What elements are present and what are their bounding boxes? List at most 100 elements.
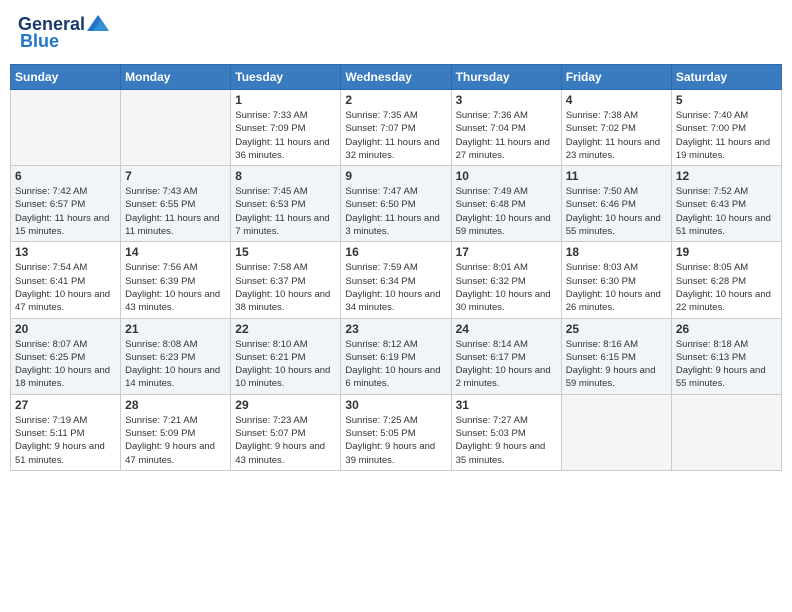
day-number: 12 (676, 169, 777, 183)
calendar-cell: 14Sunrise: 7:56 AM Sunset: 6:39 PM Dayli… (121, 242, 231, 318)
day-number: 22 (235, 322, 336, 336)
day-info: Sunrise: 8:07 AM Sunset: 6:25 PM Dayligh… (15, 338, 116, 391)
calendar-cell: 25 Sunrise: 8:16 AM Sunset: 6:15 PM Dayli… (561, 318, 671, 394)
calendar-cell (671, 394, 781, 470)
day-info: Sunrise: 7:52 AM Sunset: 6:43 PM Dayligh… (676, 185, 777, 238)
weekday-header-friday: Friday (561, 65, 671, 90)
calendar-cell: 2 Sunrise: 7:35 AM Sunset: 7:07 PM Daylig… (341, 90, 451, 166)
day-info: Sunrise: 7:35 AM Sunset: 7:07 PM Dayligh… (345, 109, 446, 162)
day-number: 13 (15, 245, 116, 259)
day-number: 9 (345, 169, 446, 183)
calendar-cell: 4 Sunrise: 7:38 AM Sunset: 7:02 PM Daylig… (561, 90, 671, 166)
calendar-week-row: 6 Sunrise: 7:42 AM Sunset: 6:57 PM Daylig… (11, 166, 782, 242)
day-info: Sunrise: 8:05 AM Sunset: 6:28 PM Dayligh… (676, 261, 777, 314)
calendar-cell (561, 394, 671, 470)
day-info: Sunrise: 7:23 AM Sunset: 5:07 PM Dayligh… (235, 414, 336, 467)
day-info: Sunrise: 8:03 AM Sunset: 6:30 PM Dayligh… (566, 261, 667, 314)
calendar-week-row: 13 Sunrise: 7:54 AM Sunset: 6:41 PM Dayli… (11, 242, 782, 318)
day-info: Sunrise: 8:01 AM Sunset: 6:32 PM Dayligh… (456, 261, 557, 314)
day-number: 15 (235, 245, 336, 259)
day-number: 21 (125, 322, 226, 336)
calendar-cell: 7 Sunrise: 7:43 AM Sunset: 6:55 PM Daylig… (121, 166, 231, 242)
calendar-cell: 21Sunrise: 8:08 AM Sunset: 6:23 PM Dayli… (121, 318, 231, 394)
day-number: 29 (235, 398, 336, 412)
day-info: Sunrise: 7:43 AM Sunset: 6:55 PM Dayligh… (125, 185, 226, 238)
calendar-cell: 12 Sunrise: 7:52 AM Sunset: 6:43 PM Dayli… (671, 166, 781, 242)
day-number: 17 (456, 245, 557, 259)
calendar-cell: 19 Sunrise: 8:05 AM Sunset: 6:28 PM Dayli… (671, 242, 781, 318)
weekday-header-tuesday: Tuesday (231, 65, 341, 90)
day-info: Sunrise: 7:56 AM Sunset: 6:39 PM Dayligh… (125, 261, 226, 314)
day-number: 24 (456, 322, 557, 336)
day-info: Sunrise: 7:40 AM Sunset: 7:00 PM Dayligh… (676, 109, 777, 162)
day-number: 25 (566, 322, 667, 336)
calendar-cell: 5 Sunrise: 7:40 AM Sunset: 7:00 PM Daylig… (671, 90, 781, 166)
calendar-cell: 9 Sunrise: 7:47 AM Sunset: 6:50 PM Daylig… (341, 166, 451, 242)
calendar-cell: 1 Sunrise: 7:33 AM Sunset: 7:09 PM Daylig… (231, 90, 341, 166)
calendar-cell: 17 Sunrise: 8:01 AM Sunset: 6:32 PM Dayli… (451, 242, 561, 318)
day-info: Sunrise: 7:45 AM Sunset: 6:53 PM Dayligh… (235, 185, 336, 238)
calendar-header-row: SundayMondayTuesdayWednesdayThursdayFrid… (11, 65, 782, 90)
calendar-week-row: 27Sunrise: 7:19 AM Sunset: 5:11 PM Dayli… (11, 394, 782, 470)
day-info: Sunrise: 7:59 AM Sunset: 6:34 PM Dayligh… (345, 261, 446, 314)
day-info: Sunrise: 7:25 AM Sunset: 5:05 PM Dayligh… (345, 414, 446, 467)
day-number: 16 (345, 245, 446, 259)
day-info: Sunrise: 7:36 AM Sunset: 7:04 PM Dayligh… (456, 109, 557, 162)
day-info: Sunrise: 7:38 AM Sunset: 7:02 PM Dayligh… (566, 109, 667, 162)
day-number: 30 (345, 398, 446, 412)
calendar-cell: 15 Sunrise: 7:58 AM Sunset: 6:37 PM Dayli… (231, 242, 341, 318)
day-number: 10 (456, 169, 557, 183)
day-info: Sunrise: 7:33 AM Sunset: 7:09 PM Dayligh… (235, 109, 336, 162)
day-info: Sunrise: 7:42 AM Sunset: 6:57 PM Dayligh… (15, 185, 116, 238)
day-number: 2 (345, 93, 446, 107)
calendar-cell: 26Sunrise: 8:18 AM Sunset: 6:13 PM Dayli… (671, 318, 781, 394)
day-number: 8 (235, 169, 336, 183)
calendar-cell (11, 90, 121, 166)
calendar-cell: 16 Sunrise: 7:59 AM Sunset: 6:34 PM Dayli… (341, 242, 451, 318)
calendar-week-row: 20 Sunrise: 8:07 AM Sunset: 6:25 PM Dayli… (11, 318, 782, 394)
day-number: 5 (676, 93, 777, 107)
day-number: 11 (566, 169, 667, 183)
calendar-cell: 8 Sunrise: 7:45 AM Sunset: 6:53 PM Daylig… (231, 166, 341, 242)
logo: General Blue (18, 14, 109, 52)
day-number: 23 (345, 322, 446, 336)
day-number: 1 (235, 93, 336, 107)
calendar-cell: 3 Sunrise: 7:36 AM Sunset: 7:04 PM Daylig… (451, 90, 561, 166)
calendar-cell: 11 Sunrise: 7:50 AM Sunset: 6:46 PM Dayli… (561, 166, 671, 242)
calendar-cell: 23 Sunrise: 8:12 AM Sunset: 6:19 PM Dayli… (341, 318, 451, 394)
calendar-week-row: 1 Sunrise: 7:33 AM Sunset: 7:09 PM Daylig… (11, 90, 782, 166)
logo-icon (87, 15, 109, 31)
day-info: Sunrise: 8:16 AM Sunset: 6:15 PM Dayligh… (566, 338, 667, 391)
calendar-cell: 30 Sunrise: 7:25 AM Sunset: 5:05 PM Dayli… (341, 394, 451, 470)
day-number: 6 (15, 169, 116, 183)
page-header: General Blue (10, 10, 782, 56)
calendar-cell: 29 Sunrise: 7:23 AM Sunset: 5:07 PM Dayli… (231, 394, 341, 470)
day-number: 19 (676, 245, 777, 259)
day-info: Sunrise: 7:54 AM Sunset: 6:41 PM Dayligh… (15, 261, 116, 314)
day-number: 3 (456, 93, 557, 107)
calendar-cell (121, 90, 231, 166)
day-info: Sunrise: 8:18 AM Sunset: 6:13 PM Dayligh… (676, 338, 777, 391)
day-number: 31 (456, 398, 557, 412)
calendar-cell: 27Sunrise: 7:19 AM Sunset: 5:11 PM Dayli… (11, 394, 121, 470)
day-number: 20 (15, 322, 116, 336)
weekday-header-saturday: Saturday (671, 65, 781, 90)
day-info: Sunrise: 7:58 AM Sunset: 6:37 PM Dayligh… (235, 261, 336, 314)
calendar-cell: 6 Sunrise: 7:42 AM Sunset: 6:57 PM Daylig… (11, 166, 121, 242)
day-info: Sunrise: 7:21 AM Sunset: 5:09 PM Dayligh… (125, 414, 226, 467)
day-info: Sunrise: 7:47 AM Sunset: 6:50 PM Dayligh… (345, 185, 446, 238)
day-info: Sunrise: 7:50 AM Sunset: 6:46 PM Dayligh… (566, 185, 667, 238)
day-info: Sunrise: 8:10 AM Sunset: 6:21 PM Dayligh… (235, 338, 336, 391)
weekday-header-wednesday: Wednesday (341, 65, 451, 90)
calendar-cell: 13 Sunrise: 7:54 AM Sunset: 6:41 PM Dayli… (11, 242, 121, 318)
calendar-cell: 24Sunrise: 8:14 AM Sunset: 6:17 PM Dayli… (451, 318, 561, 394)
calendar-cell: 22 Sunrise: 8:10 AM Sunset: 6:21 PM Dayli… (231, 318, 341, 394)
day-number: 4 (566, 93, 667, 107)
day-info: Sunrise: 7:49 AM Sunset: 6:48 PM Dayligh… (456, 185, 557, 238)
calendar-cell: 31Sunrise: 7:27 AM Sunset: 5:03 PM Dayli… (451, 394, 561, 470)
day-info: Sunrise: 7:19 AM Sunset: 5:11 PM Dayligh… (15, 414, 116, 467)
day-info: Sunrise: 8:12 AM Sunset: 6:19 PM Dayligh… (345, 338, 446, 391)
day-number: 7 (125, 169, 226, 183)
calendar-cell: 28Sunrise: 7:21 AM Sunset: 5:09 PM Dayli… (121, 394, 231, 470)
weekday-header-sunday: Sunday (11, 65, 121, 90)
